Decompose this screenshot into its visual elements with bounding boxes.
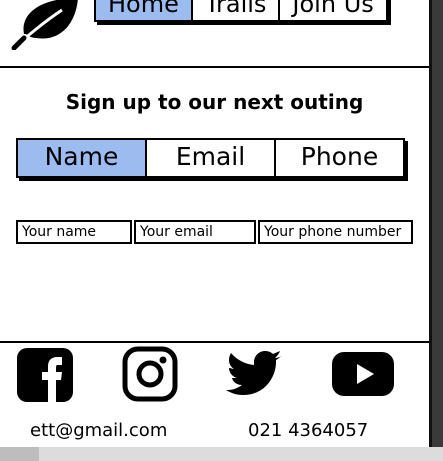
email-field[interactable]: Your email bbox=[134, 220, 256, 244]
signup-tabs: Name Email Phone bbox=[16, 138, 405, 178]
name-field[interactable]: Your name bbox=[16, 220, 132, 244]
horizontal-scrollbar[interactable] bbox=[0, 447, 443, 461]
instagram-icon[interactable] bbox=[122, 344, 178, 404]
contact-phone[interactable]: 021 4364057 bbox=[248, 420, 368, 441]
tab-name[interactable]: Name bbox=[18, 140, 147, 176]
twitter-icon[interactable] bbox=[224, 344, 284, 404]
main-nav: Home Trails Join Us bbox=[94, 0, 388, 22]
tab-email[interactable]: Email bbox=[147, 140, 276, 176]
contact-email[interactable]: ett@gmail.com bbox=[30, 420, 167, 441]
header-divider bbox=[0, 66, 429, 68]
nav-trails[interactable]: Trails bbox=[193, 0, 281, 20]
window-edge-line bbox=[429, 0, 432, 461]
facebook-icon[interactable] bbox=[16, 344, 74, 404]
nav-home[interactable]: Home bbox=[96, 0, 193, 20]
footer-divider bbox=[0, 341, 429, 343]
page: Home Trails Join Us Sign up to our next … bbox=[0, 0, 443, 461]
signup-title: Sign up to our next outing bbox=[65, 90, 364, 114]
youtube-icon[interactable] bbox=[330, 344, 396, 404]
tab-phone[interactable]: Phone bbox=[276, 140, 403, 176]
leaf-logo-icon[interactable] bbox=[10, 0, 80, 50]
scrollbar-thumb[interactable] bbox=[0, 447, 39, 461]
nav-join-us[interactable]: Join Us bbox=[280, 0, 385, 20]
phone-field[interactable]: Your phone number bbox=[258, 220, 413, 244]
